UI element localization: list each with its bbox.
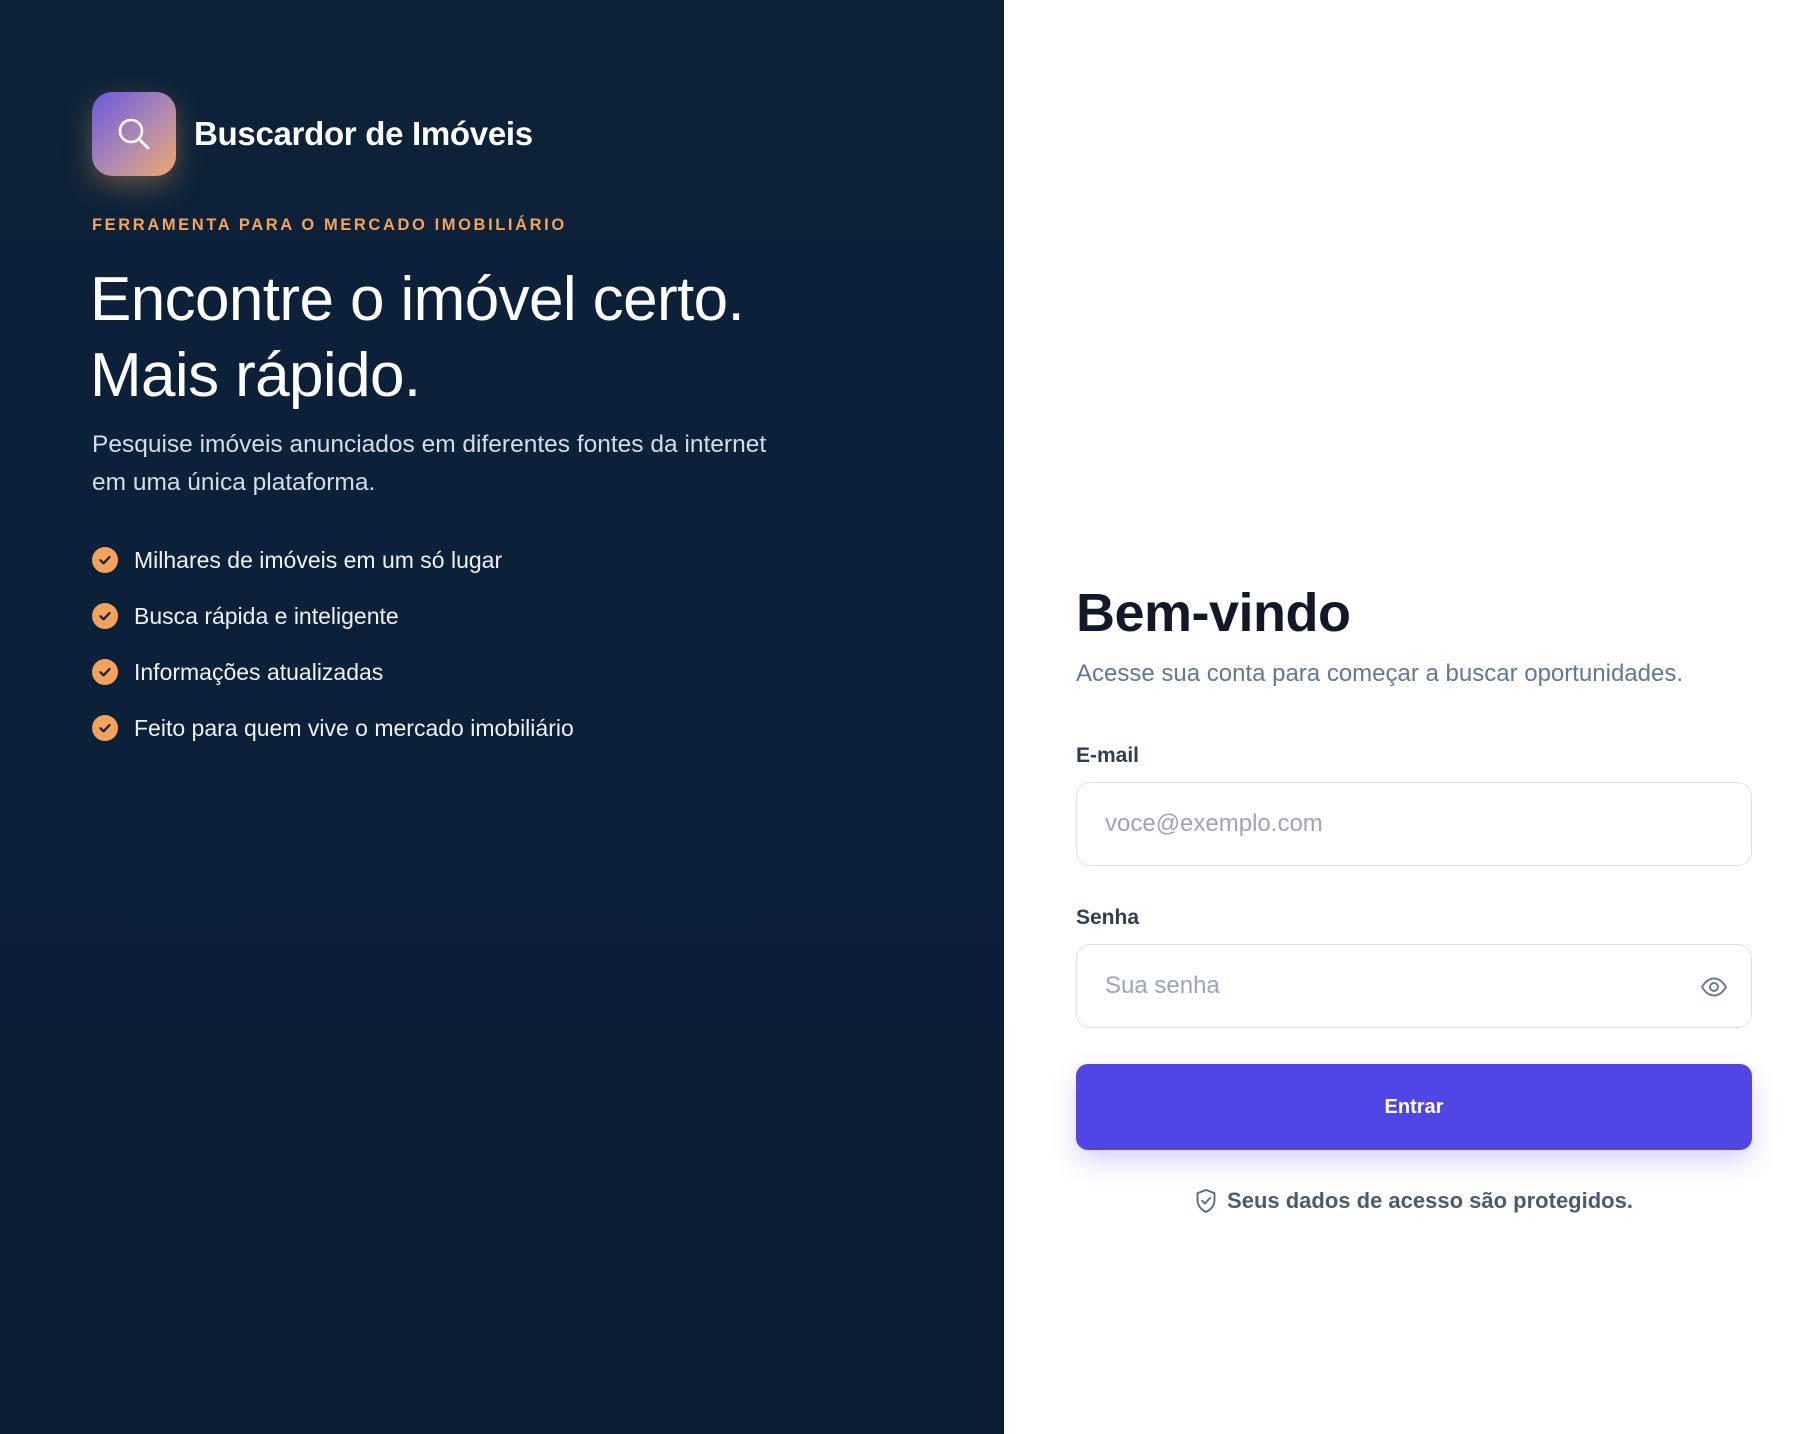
feature-label: Informações atualizadas	[134, 658, 384, 685]
email-label: E-mail	[1076, 744, 1140, 767]
login-subtitle: Acesse sua conta para começar a buscar o…	[1076, 660, 1684, 687]
feature-item: Feito para quem vive o mercado imobiliár…	[92, 700, 574, 756]
headline-line-2: Mais rápido.	[90, 341, 421, 410]
check-circle-icon	[92, 547, 118, 573]
feature-label: Feito para quem vive o mercado imobiliár…	[134, 714, 574, 741]
security-note: Seus dados de acesso são protegidos.	[1076, 1188, 1752, 1214]
eye-icon[interactable]	[1699, 972, 1729, 1002]
password-field-container	[1076, 944, 1752, 1028]
brand: Buscardor de Imóveis	[92, 92, 533, 176]
feature-item: Informações atualizadas	[92, 644, 574, 700]
password-label: Senha	[1076, 906, 1140, 929]
login-button[interactable]: Entrar	[1076, 1064, 1752, 1150]
feature-item: Busca rápida e inteligente	[92, 588, 574, 644]
password-field[interactable]	[1077, 945, 1751, 1027]
login-title: Bem-vindo	[1076, 583, 1351, 643]
feature-item: Milhares de imóveis em um só lugar	[92, 532, 574, 588]
check-circle-icon	[92, 715, 118, 741]
email-field-container	[1076, 782, 1752, 866]
login-page: Buscardor de Imóveis FERRAMENTA PARA O M…	[0, 0, 1800, 1434]
shield-check-icon	[1196, 1189, 1216, 1213]
security-note-text: Seus dados de acesso são protegidos.	[1227, 1188, 1633, 1213]
feature-label: Busca rápida e inteligente	[134, 602, 399, 629]
feature-label: Milhares de imóveis em um só lugar	[134, 546, 503, 573]
feature-list: Milhares de imóveis em um só lugar Busca…	[92, 532, 574, 756]
brand-name: Buscardor de Imóveis	[194, 115, 533, 152]
hero-headline: Encontre o imóvel certo. Mais rápido.	[90, 262, 950, 414]
email-field[interactable]	[1077, 783, 1751, 865]
login-panel: Bem-vindo Acesse sua conta para começar …	[1004, 0, 1800, 1434]
headline-line-1: Encontre o imóvel certo.	[90, 265, 745, 334]
app-logo	[92, 92, 176, 176]
hero-subtitle: Pesquise imóveis anunciados em diferente…	[92, 431, 767, 496]
search-icon	[118, 118, 150, 150]
check-circle-icon	[92, 603, 118, 629]
marketing-panel: Buscardor de Imóveis FERRAMENTA PARA O M…	[0, 0, 1004, 1434]
check-circle-icon	[92, 659, 118, 685]
login-form: Bem-vindo Acesse sua conta para começar …	[1076, 580, 1752, 1214]
hero-kicker: FERRAMENTA PARA O MERCADO IMOBILIÁRIO	[92, 216, 567, 234]
